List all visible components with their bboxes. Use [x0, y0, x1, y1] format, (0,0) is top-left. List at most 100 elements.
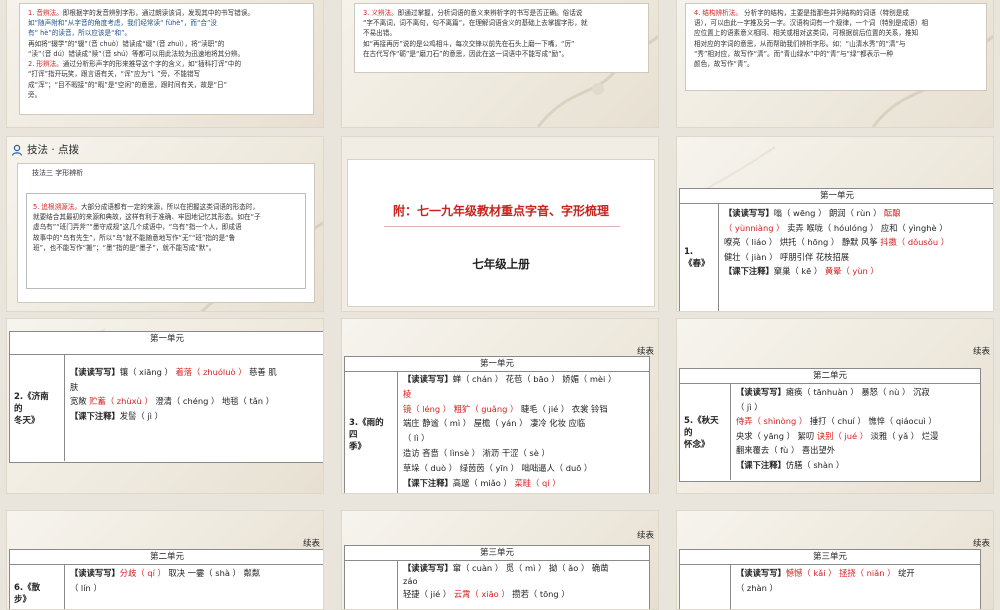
- highlight-term: 侍弄（ shìnòng ）: [736, 416, 808, 426]
- term-text: （ lì ）: [403, 433, 430, 444]
- slide-thumbnail-9[interactable]: 续表 第二单元 5.《秋天 的 怀念》 【读读写写】瘫痪（ tānhuàn ） …: [676, 318, 994, 494]
- continued-label: 续表: [972, 539, 990, 549]
- vocab-line: 肤: [70, 380, 319, 395]
- method-label: 5. 追根溯源法。: [33, 202, 81, 211]
- vocab-line: 【课下注释】发髻（ jì ）: [70, 409, 319, 424]
- vocab-line: （ lì ）: [403, 431, 644, 446]
- lesson-cell: [345, 561, 398, 609]
- vocab-cell: 【读读写写】瘫痪（ tānhuàn ） 暴怒（ nù ） 沉寂（ jì ）侍弄（…: [731, 384, 980, 480]
- vocab-line: 【课下注释】窠巢（ kē ） 黄晕（ yùn ）: [724, 264, 989, 279]
- vocab-line: （ yùnniàng ） 卖弄 喉咙（ hóulóng ） 应和（ yìnghè…: [724, 221, 989, 236]
- term-text: 镶（ xiāng ）: [119, 367, 176, 377]
- term-text: 窜（ cuàn ） 觅（ mì ） 拗（ ǎo ） 确凿: [452, 563, 609, 573]
- vocab-line: 翻来覆去（ fù ） 喜出望外: [736, 443, 975, 458]
- vocab-line: 【读读写写】镶（ xiāng ） 着落（ zhuóluò ） 慈善 肌: [70, 365, 319, 380]
- vocab-line: 造访 吝啬（ lìnsè ） 淅沥 干涩（ sè ）: [403, 446, 644, 461]
- lesson-cell: 2.《济南 的 冬天》: [10, 355, 65, 461]
- grade-subtitle: 七年级上册: [472, 257, 530, 271]
- text-line: “秀”相对应，故写作“清”。而“青山绿水”中的“青”与“绿”都表示一种: [694, 49, 894, 58]
- slide-thumbnail-2[interactable]: 3. 义辨法。即通过掌握，分析词语的意义来辨析字的书写是否正确。俗话说 “字不离词…: [341, 0, 659, 128]
- term-text: 健壮（ jiàn ） 呼朋引伴 花枝招展: [724, 251, 850, 262]
- term-text: 仿膳（ shàn ）: [785, 459, 845, 470]
- table-row: 1. 《春》 【读读写写】嗡（ wēng ） 朗润（ rùn ） 酝酿（ yùn…: [680, 204, 993, 311]
- text-line: “打诨”指开玩笑，跟言语有关，“诨”应为“讠”旁，不能错写: [28, 70, 201, 79]
- text-card: 3. 义辨法。即通过掌握，分析词语的意义来辨析字的书写是否正确。俗话说 “字不离词…: [354, 3, 649, 73]
- vocab-table: 第一单元 2.《济南 的 冬天》 【读读写写】镶（ xiāng ） 着落（ zh…: [9, 331, 323, 463]
- vocab-cell: 【读读写写】窜（ cuàn ） 觅（ mì ） 拗（ ǎo ） 确凿 záo 轻捷…: [398, 561, 649, 609]
- term-text: 翻来覆去（ fù ） 喜出望外: [736, 445, 836, 455]
- vocab-line: 草垛（ duò ） 绿茵茵（ yīn ） 咄咄逼人（ duō ）: [403, 461, 644, 476]
- slide-thumbnail-4[interactable]: 技法 · 点拨 技法三 字形辨析 5. 追根溯源法。大部分成语都有一定的来源，所…: [6, 136, 324, 312]
- slide-thumbnail-11[interactable]: 续表 第三单元 【读读写写】窜（ cuàn ） 觅（ mì ） 拗（ ǎo ） …: [341, 510, 659, 610]
- vocab-cell: 【读读写写】蝉（ chán ） 花苞（ bāo ） 娇媚（ mèi ）棱镜（ l…: [398, 372, 649, 493]
- term-text: 取决 一霎（ shà ） 粼粼: [165, 568, 261, 578]
- slide-thumbnail-12[interactable]: 续表 第三单元 【读读写写】憾憾（ kǎi ） 拯挠（ niǎn ） 绽开（ z…: [676, 510, 994, 610]
- text-line: 班”，也不能写作“搬”；“墨”指的是“墨子”，就不能写成“默”。: [33, 243, 216, 252]
- highlight-term: 菜畦（ qí ）: [514, 477, 561, 488]
- section-tag: 【读读写写】: [70, 367, 120, 377]
- lesson-cell: 3.《雨的 四 季》: [345, 372, 398, 493]
- highlight-term: 酝酿: [884, 208, 901, 218]
- method-text: 大部分成语都有一定的来源，所以在把握这类词语的形态时，: [80, 202, 259, 211]
- table-row: 【读读写写】憾憾（ kǎi ） 拯挠（ niǎn ） 绽开（ zhàn ）: [680, 565, 980, 609]
- vocab-line: 宽敞 贮蓄（ zhùxù ） 澄清（ chéng ） 地毯（ tǎn ）: [70, 394, 319, 409]
- vocab-table: 第一单元 3.《雨的 四 季》 【读读写写】蝉（ chán ） 花苞（ bāo …: [344, 356, 650, 493]
- unit-header: 第一单元: [10, 332, 323, 355]
- slide-thumbnail-1[interactable]: 1. 音辨法。即根据字的发音辨别字形，通过朗读该词，发现其中的书写错误。 如“随声…: [6, 0, 324, 128]
- table-row: 5.《秋天 的 怀念》 【读读写写】瘫痪（ tānhuàn ） 暴怒（ nù ）…: [680, 384, 980, 480]
- vocab-line: 【读读写写】憾憾（ kǎi ） 拯挠（ niǎn ） 绽开: [736, 566, 975, 581]
- unit-header: 第一单元: [345, 357, 649, 372]
- slide-thumbnail-10[interactable]: 续表 第二单元 6.《散 步》 【读读写写】分歧（ qí ） 取决 一霎（ sh…: [6, 510, 324, 610]
- text-line: 4. 结构辨析法。 分析字的结构，主要是指那些并列结构的词语（特别是成: [694, 8, 978, 18]
- term-text: （ lín ）: [70, 582, 102, 593]
- highlight-term: 黄晕（ yùn ）: [824, 266, 879, 276]
- table-row: 3.《雨的 四 季》 【读读写写】蝉（ chán ） 花苞（ bāo ） 娇媚（…: [345, 372, 649, 493]
- highlight-term: 分歧（ qí ）: [119, 568, 166, 578]
- term-text: 央求（ yāng ） 絮叨: [736, 430, 817, 441]
- unit-header: 第二单元: [10, 550, 323, 565]
- vocab-line: 侍弄（ shìnòng ） 捶打（ chuí ） 憔悴（ qiáocuì ）: [736, 414, 975, 429]
- text-card: 技法三 字形辨析 5. 追根溯源法。大部分成语都有一定的来源，所以在把握这类词语…: [17, 163, 315, 303]
- title-panel: 附：七一九年级教材重点字音、字形梳理 七年级上册: [347, 159, 655, 307]
- slide-thumbnail-5[interactable]: 附：七一九年级教材重点字音、字形梳理 七年级上册: [341, 136, 659, 312]
- vocab-table: 第一单元 1. 《春》 【读读写写】嗡（ wēng ） 朗润（ rùn ） 酝酿…: [679, 188, 993, 311]
- slide-thumbnail-6[interactable]: 第一单元 1. 《春》 【读读写写】嗡（ wēng ） 朗润（ rùn ） 酝酿…: [676, 136, 994, 312]
- card-lines: 1. 音辨法。即根据字的发音辨别字形，通过朗读该词，发现其中的书写错误。 如“随声…: [28, 8, 305, 100]
- highlight-term: 着落（ zhuóluò ）: [175, 367, 247, 377]
- slide-thumbnail-3[interactable]: 4. 结构辨析法。 分析字的结构，主要是指那些并列结构的词语（特别是成 语），可以…: [676, 0, 994, 128]
- term-text: 嗡（ wēng ） 朗润（ rùn ）: [773, 208, 885, 218]
- text-card: 4. 结构辨析法。 分析字的结构，主要是指那些并列结构的词语（特别是成 语），可以…: [685, 3, 987, 91]
- section-tag: 【读读写写】: [70, 568, 120, 578]
- text-line: 相对应的字词的意思，从而帮助我们辨析字形。如：“山清水秀”的“清”与: [694, 39, 906, 48]
- lesson-cell: 5.《秋天 的 怀念》: [680, 384, 731, 480]
- term-text: záo: [403, 576, 418, 586]
- vocab-cell: 【读读写写】憾憾（ kǎi ） 拯挠（ niǎn ） 绽开（ zhàn ）: [731, 565, 980, 609]
- term-text: 发髻（ jì ）: [119, 410, 163, 421]
- text-line: 颜色，故写作“青”。: [694, 60, 754, 69]
- vocab-line: 【读读写写】嗡（ wēng ） 朗润（ rùn ） 酝酿: [724, 206, 989, 221]
- method-text: 即根据字的发音辨别字形，通过朗读该词，发现其中的书写错误。: [62, 9, 254, 17]
- section-tag: 【读读写写】: [403, 374, 453, 384]
- vocab-line: 央求（ yāng ） 絮叨 诀别（ jué ） 淡雅（ yǎ ） 烂漫: [736, 429, 975, 444]
- vocab-table: 第三单元 【读读写写】窜（ cuàn ） 觅（ mì ） 拗（ ǎo ） 确凿 z…: [344, 545, 650, 609]
- method-text: 分析字的结构，主要是指那些并列结构的词语（特别是成: [741, 9, 909, 17]
- section-tag: 【课下注释】: [724, 266, 774, 276]
- section-tag: 【读读写写】: [724, 208, 774, 218]
- term-text: 绽开: [895, 568, 915, 578]
- text-line: 语），可以由此一字推及另一字。汉语构词有一个规律，一个词（特别是成语）相: [694, 19, 929, 28]
- highlight-term: 诀别（ jué ）: [816, 430, 868, 441]
- card-lines: 3. 义辨法。即通过掌握，分析词语的意义来辨析字的书写是否正确。俗话说 “字不离词…: [363, 8, 640, 59]
- term-text: 攒若（ tōng ）: [509, 589, 570, 599]
- card-lines: 5. 追根溯源法。大部分成语都有一定的来源，所以在把握这类词语的形态时， 就要结合…: [33, 202, 299, 253]
- highlight-term: 云霄（ xiāo ）: [453, 589, 510, 599]
- vocab-line: 轻捷（ jié ） 云霄（ xiāo ） 攒若（ tōng ）: [403, 588, 644, 601]
- slide-thumbnail-8[interactable]: 续表 第一单元 3.《雨的 四 季》 【读读写写】蝉（ chán ） 花苞（ b…: [341, 318, 659, 494]
- text-line: 3. 义辨法。即通过掌握，分析词语的意义来辨析字的书写是否正确。俗话说: [363, 8, 640, 18]
- table-row: 2.《济南 的 冬天》 【读读写写】镶（ xiāng ） 着落（ zhuóluò…: [10, 355, 323, 461]
- section-tag: 【读读写写】: [403, 563, 453, 573]
- vocab-line: （ lín ）: [70, 581, 319, 596]
- vocab-cell: 【读读写写】分歧（ qí ） 取决 一霎（ shà ） 粼粼 （ lín ）: [65, 565, 323, 609]
- section-tag: 【课下注释】: [403, 477, 453, 488]
- unit-header: 第三单元: [345, 546, 649, 561]
- slide-thumbnail-7[interactable]: 续表 第一单元 2.《济南 的 冬天》 【读读写写】镶（ xiāng ） 着落（…: [6, 318, 324, 494]
